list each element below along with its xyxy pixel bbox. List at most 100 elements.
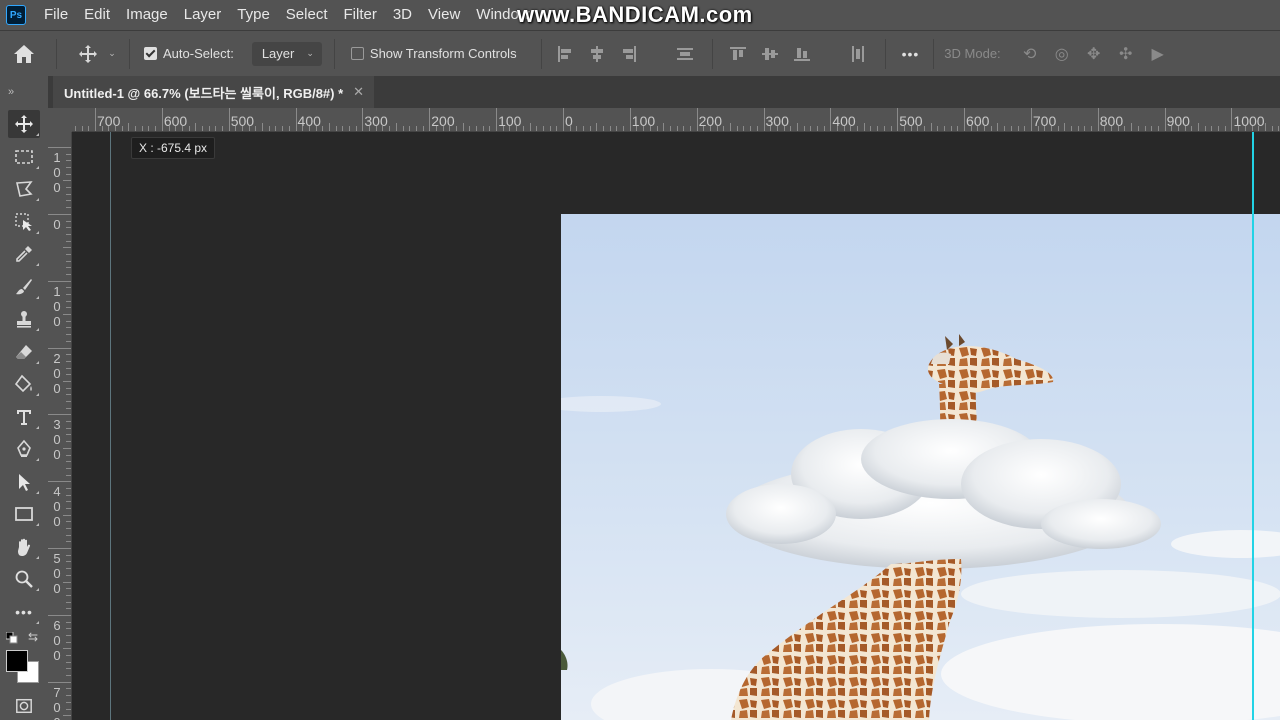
collapse-panel-button[interactable]: »: [0, 76, 48, 108]
ruler-major-tick: [696, 108, 698, 131]
auto-select-label: Auto-Select:: [163, 46, 234, 61]
auto-select-target-dropdown[interactable]: Layer ⌄: [251, 41, 322, 66]
document-tab[interactable]: Untitled-1 @ 66.7% (보드타는 씰룩이, RGB/8#) * …: [53, 76, 375, 108]
default-colors-icon[interactable]: [6, 632, 18, 644]
ruler-minor-tick: [66, 628, 71, 630]
close-icon[interactable]: ✕: [353, 84, 364, 100]
hand-tool[interactable]: [0, 531, 48, 564]
brush-tool[interactable]: [0, 271, 48, 304]
home-icon: [14, 44, 34, 63]
more-options-button[interactable]: •••: [902, 46, 920, 62]
ruler-minor-tick: [943, 126, 945, 131]
ruler-minor-tick: [1177, 126, 1179, 131]
horizontal-ruler[interactable]: 700 600 500 400 300 200 100 0 100 200 300 400 500 600…: [72, 108, 1280, 132]
paint-bucket-tool[interactable]: [0, 368, 48, 401]
foreground-color-swatch[interactable]: [6, 650, 28, 672]
move-icon: [79, 44, 97, 63]
ruler-minor-tick: [66, 541, 71, 543]
ruler-minor-tick: [66, 601, 71, 603]
ruler-minor-tick: [66, 675, 71, 677]
ruler-major-tick: [48, 213, 71, 215]
home-button[interactable]: [0, 44, 48, 64]
ruler-minor-tick: [322, 126, 324, 131]
ruler-minor-tick: [656, 126, 658, 131]
menu-filter[interactable]: Filter: [336, 0, 385, 30]
guide-line[interactable]: [110, 132, 111, 720]
menu-view[interactable]: View: [420, 0, 468, 30]
auto-select-checkbox[interactable]: Auto-Select:: [144, 46, 234, 61]
align-vertical-center-icon[interactable]: [761, 45, 779, 63]
3d-orbit-icon[interactable]: ⟲: [1019, 43, 1041, 65]
ruler-minor-tick: [435, 126, 437, 131]
more-tools[interactable]: •••: [0, 596, 48, 629]
align-left-icon[interactable]: [556, 45, 574, 63]
ruler-minor-tick: [66, 467, 71, 469]
3d-roll-icon[interactable]: ◎: [1051, 43, 1073, 65]
3d-slide-icon[interactable]: ✣: [1115, 43, 1137, 65]
ruler-minor-tick: [1024, 126, 1026, 131]
ruler-minor-tick: [422, 126, 424, 131]
canvas-area[interactable]: X : -675.4 px: [72, 132, 1280, 720]
menu-edit[interactable]: Edit: [76, 0, 118, 30]
vertical-ruler[interactable]: 100 0 100 200 300 400 500 600 700: [48, 132, 72, 720]
3d-scale-icon[interactable]: ▶: [1147, 43, 1169, 65]
distribute-horizontal-icon[interactable]: [849, 45, 867, 63]
align-bottom-icon[interactable]: [793, 45, 811, 63]
swap-colors-icon[interactable]: ⇆: [28, 630, 38, 644]
menu-3d[interactable]: 3D: [385, 0, 420, 30]
eraser-tool[interactable]: [0, 336, 48, 369]
options-separator: [711, 38, 713, 69]
pen-tool[interactable]: [0, 433, 48, 466]
align-top-icon[interactable]: [729, 45, 747, 63]
stamp-tool[interactable]: [0, 303, 48, 336]
guide-line-cyan[interactable]: [1252, 132, 1254, 720]
move-tool[interactable]: [0, 108, 48, 141]
ruler-minor-tick: [469, 126, 471, 131]
ruler-minor-tick: [1211, 126, 1213, 131]
menu-select[interactable]: Select: [278, 0, 336, 30]
ruler-minor-tick: [395, 123, 397, 131]
document-canvas[interactable]: [561, 214, 1280, 720]
ruler-minor-tick: [796, 123, 798, 131]
ruler-origin[interactable]: [48, 108, 72, 132]
ruler-minor-tick: [66, 367, 71, 369]
rectangle-tool[interactable]: [0, 498, 48, 531]
chevron-down-icon[interactable]: ⌄: [103, 48, 121, 59]
distribute-vertical-icon[interactable]: [676, 45, 694, 63]
ruler-minor-tick: [1071, 126, 1072, 131]
quick-mask-button[interactable]: [0, 692, 48, 720]
ruler-major-tick: [1097, 108, 1099, 131]
ruler-minor-tick: [863, 123, 865, 131]
ruler-minor-tick: [195, 123, 197, 131]
ruler-minor-tick: [1050, 126, 1052, 131]
ruler-minor-tick: [389, 126, 391, 131]
marquee-tool[interactable]: [0, 141, 48, 174]
menu-type[interactable]: Type: [229, 0, 278, 30]
path-select-tool[interactable]: [0, 466, 48, 499]
document-tab-bar: Untitled-1 @ 66.7% (보드타는 씰룩이, RGB/8#) * …: [48, 76, 1280, 108]
ruler-minor-tick: [66, 688, 71, 690]
3d-drag-icon[interactable]: ✥: [1083, 43, 1105, 65]
move-tool-preset-button[interactable]: [73, 44, 103, 64]
show-transform-controls-checkbox[interactable]: Show Transform Controls: [350, 46, 517, 61]
photoshop-logo-icon[interactable]: Ps: [6, 5, 26, 25]
align-right-icon[interactable]: [620, 45, 638, 63]
menu-image[interactable]: Image: [118, 0, 176, 30]
object-select-tool[interactable]: [0, 206, 48, 239]
ruler-minor-tick: [816, 126, 818, 131]
ruler-minor-tick: [66, 173, 71, 175]
type-tool[interactable]: [0, 401, 48, 434]
ruler-minor-tick: [66, 407, 71, 409]
paint-bucket-icon: [14, 375, 32, 393]
eyedropper-tool[interactable]: [0, 238, 48, 271]
ruler-minor-tick: [1017, 126, 1019, 131]
ruler-minor-tick: [1137, 126, 1139, 131]
menu-layer[interactable]: Layer: [176, 0, 230, 30]
ruler-major-tick: [48, 681, 71, 683]
lasso-tool[interactable]: [0, 173, 48, 206]
align-horizontal-center-icon[interactable]: [588, 45, 606, 63]
ruler-minor-tick: [66, 441, 71, 443]
menu-file[interactable]: File: [36, 0, 76, 30]
ruler-minor-tick: [222, 126, 223, 131]
zoom-tool[interactable]: [0, 563, 48, 596]
